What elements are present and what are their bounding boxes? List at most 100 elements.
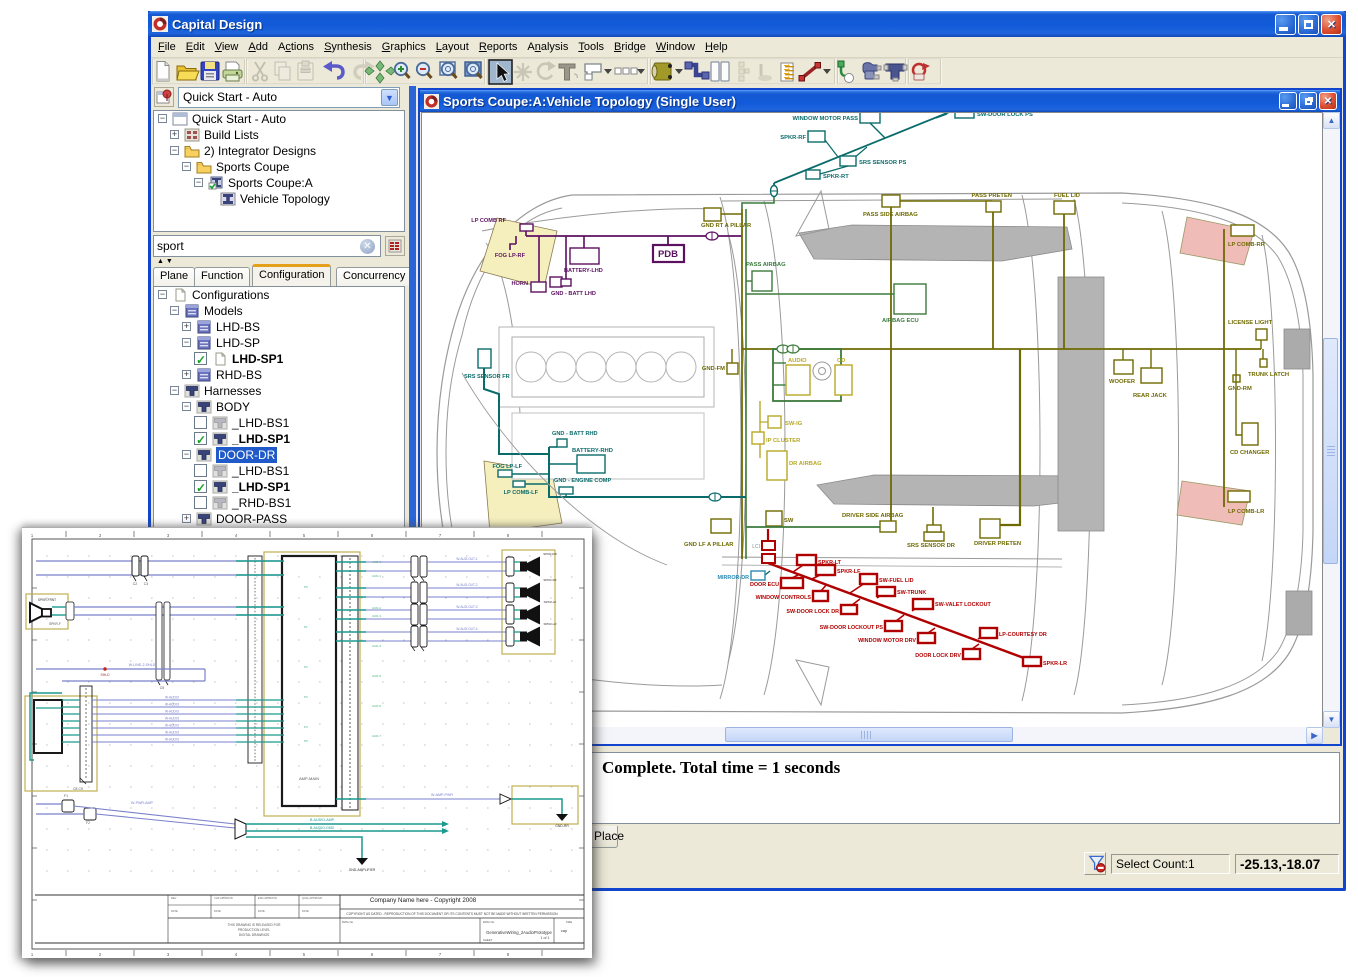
svg-text:DRIVER SIDE AIRBAG: DRIVER SIDE AIRBAG (842, 513, 904, 519)
svg-text:SRS SENSOR DR: SRS SENSOR DR (907, 543, 956, 549)
svg-text:W-AUDIO: W-AUDIO (165, 731, 180, 735)
svg-text:W-AUDIO: W-AUDIO (165, 710, 180, 714)
svg-text:5: 5 (303, 952, 306, 957)
svg-text:AIRBAG ECU: AIRBAG ECU (882, 318, 919, 324)
svg-text:SW-DOOR LOCK PS: SW-DOOR LOCK PS (977, 113, 1033, 118)
svg-text:DWG No: DWG No (483, 920, 495, 924)
svg-text:PASS AIRBAG: PASS AIRBAG (746, 262, 786, 268)
svg-text:DRIVER PRETEN: DRIVER PRETEN (974, 541, 1021, 547)
svg-text:AUD-7: AUD-7 (372, 734, 381, 738)
svg-text:W-AUDIO: W-AUDIO (165, 738, 180, 742)
svg-text:SIZE: SIZE (566, 920, 572, 924)
svg-text:SRS SENSOR FR: SRS SENSOR FR (464, 374, 510, 380)
svg-text:LCI: LCI (752, 544, 760, 550)
svg-text:DATE: DATE (214, 909, 221, 913)
svg-text:2: 2 (99, 533, 102, 538)
svg-text:CD: CD (837, 358, 845, 364)
svg-text:W-AUD-OUT-3: W-AUD-OUT-3 (456, 605, 477, 609)
svg-text:PDB: PDB (658, 249, 678, 260)
svg-text:QUAL APPROVD: QUAL APPROVD (302, 896, 322, 900)
svg-text:DOOR LOCK DRV: DOOR LOCK DRV (915, 653, 961, 659)
svg-text:AUD-3: AUD-3 (372, 614, 381, 618)
svg-text:PRODUCTION LEVEL: PRODUCTION LEVEL (238, 928, 270, 932)
svg-text:COPYRIGHT AS DATED - REPRODUCT: COPYRIGHT AS DATED - REPRODUCTION OF THI… (346, 912, 558, 916)
svg-text:DATE: DATE (258, 909, 265, 913)
svg-text:HORN: HORN (512, 281, 528, 287)
svg-text:DATE: DATE (302, 909, 309, 913)
svg-text:AUD-5: AUD-5 (372, 674, 381, 678)
svg-text:P1: P1 (304, 625, 308, 629)
svg-text:C2: C2 (133, 582, 138, 586)
svg-text:4: 4 (235, 533, 238, 538)
svg-text:GND-FM: GND-FM (702, 366, 725, 372)
svg-text:C3: C3 (144, 582, 149, 586)
svg-text:F1: F1 (64, 794, 68, 798)
svg-text:GND - BATT LHD: GND - BATT LHD (551, 291, 596, 297)
svg-text:W-AUDIO: W-AUDIO (165, 696, 180, 700)
svg-text:W-AUDIO: W-AUDIO (165, 724, 180, 728)
svg-text:W-AUDIO: W-AUDIO (165, 703, 180, 707)
svg-text:GND RT A PILLAR: GND RT A PILLAR (701, 223, 752, 229)
svg-text:B-AUDIO-GND: B-AUDIO-GND (310, 826, 335, 830)
svg-text:LP COMB-RR: LP COMB-RR (1228, 242, 1266, 248)
svg-text:DATE: DATE (171, 909, 178, 913)
svg-text:DR AIRBAG: DR AIRBAG (789, 461, 822, 467)
svg-text:SRS SENSOR PS: SRS SENSOR PS (859, 160, 906, 166)
svg-text:GND-RM: GND-RM (1228, 386, 1252, 392)
svg-text:SW-IG: SW-IG (785, 421, 803, 427)
svg-text:6: 6 (371, 952, 374, 957)
svg-text:SPKR-LR: SPKR-LR (1043, 661, 1067, 667)
svg-text:GND-RR: GND-RR (555, 824, 569, 828)
svg-text:MIRROR-DR: MIRROR-DR (718, 575, 750, 581)
svg-text:BATTERY-RHD: BATTERY-RHD (572, 448, 613, 454)
svg-text:C8 C9: C8 C9 (73, 787, 83, 791)
svg-text:SW-DOOR LOCK DR: SW-DOOR LOCK DR (786, 609, 839, 615)
svg-text:Company Name here - Copyrigh: Company Name here - Copyright 2008 (370, 897, 477, 904)
svg-text:7: 7 (439, 952, 442, 957)
svg-text:SW-TRUNK: SW-TRUNK (897, 590, 926, 596)
svg-text:SPKR-F: SPKR-F (49, 622, 61, 626)
svg-text:1: 1 (31, 952, 34, 957)
svg-text:PASS PRETEN: PASS PRETEN (972, 193, 1012, 199)
svg-text:SPKR-RR: SPKR-RR (543, 552, 557, 556)
svg-text:W-AUD-OUT-2: W-AUD-OUT-2 (456, 583, 477, 587)
svg-text:AUD-0: AUD-0 (372, 560, 381, 564)
svg-text:DWG No: DWG No (342, 920, 354, 924)
svg-text:P0: P0 (304, 585, 308, 589)
svg-text:2: 2 (99, 952, 102, 957)
svg-text:AUD-1: AUD-1 (372, 574, 381, 578)
svg-text:GenerativeWiring_2AudioPrototy: GenerativeWiring_2AudioPrototype (486, 930, 552, 935)
svg-text:CHK APPROVD: CHK APPROVD (214, 896, 233, 900)
svg-text:LP COMB RF: LP COMB RF (471, 218, 506, 224)
svg-text:SPKR-FRNT: SPKR-FRNT (38, 598, 56, 602)
svg-text:LP-COURTESY DR: LP-COURTESY DR (999, 632, 1047, 638)
svg-text:REV: REV (171, 896, 177, 900)
svg-text:1 of 1: 1 of 1 (541, 936, 550, 940)
svg-text:LP COMB-LF: LP COMB-LF (504, 490, 539, 496)
svg-text:3: 3 (167, 952, 170, 957)
svg-text:WINDOW MOTOR PASS: WINDOW MOTOR PASS (793, 116, 859, 122)
svg-text:C5: C5 (160, 686, 165, 690)
svg-text:GND - BATT RHD: GND - BATT RHD (552, 431, 598, 437)
svg-text:SW-DOOR LOCKOUT PS: SW-DOOR LOCKOUT PS (820, 625, 884, 631)
svg-text:FOG LP-RF: FOG LP-RF (495, 253, 526, 259)
svg-text:PASS SIDE AIRBAG: PASS SIDE AIRBAG (863, 212, 918, 218)
svg-text:SW-FUEL LID: SW-FUEL LID (879, 578, 914, 584)
svg-text:BATTERY-LHD: BATTERY-LHD (564, 268, 603, 274)
svg-text:W-LINE-2-SHLD: W-LINE-2-SHLD (129, 663, 156, 667)
svg-text:AUD-2: AUD-2 (372, 606, 381, 610)
svg-text:WINDOW MOTOR DRV: WINDOW MOTOR DRV (858, 638, 916, 644)
svg-text:7: 7 (439, 533, 442, 538)
svg-text:P3: P3 (304, 695, 308, 699)
svg-text:WOOFER: WOOFER (1109, 379, 1136, 385)
svg-text:WINDOW CONTROLS: WINDOW CONTROLS (756, 595, 812, 601)
svg-text:IP CLUSTER: IP CLUSTER (766, 438, 801, 444)
svg-text:P5: P5 (304, 739, 308, 743)
svg-text:AUDIO: AUDIO (788, 358, 807, 364)
svg-text:SW: SW (784, 518, 794, 524)
svg-text:AUD-4: AUD-4 (372, 644, 381, 648)
svg-text:SPKR-LR: SPKR-LR (543, 622, 557, 626)
svg-text:SHEET: SHEET (483, 938, 493, 942)
svg-text:SW-VALET LOCKOUT: SW-VALET LOCKOUT (935, 602, 991, 608)
svg-text:FUEL LID: FUEL LID (1054, 193, 1080, 199)
